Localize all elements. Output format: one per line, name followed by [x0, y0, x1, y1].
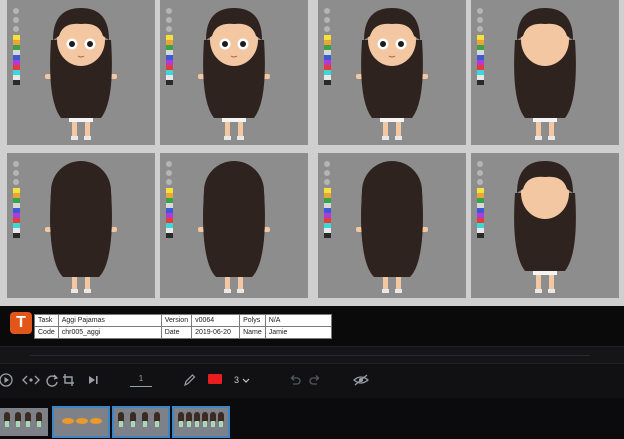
character-front	[198, 8, 270, 140]
code-value: chr005_aggi	[57, 326, 162, 339]
turnaround-panel-back-right[interactable]	[318, 153, 466, 298]
mini-character-body	[26, 421, 30, 427]
pen-color-swatch[interactable]	[208, 374, 222, 384]
play-icon[interactable]	[0, 372, 14, 388]
date-value: 2019-06-20	[191, 326, 241, 339]
version-value: v0064	[191, 314, 241, 327]
name-label: Name	[239, 326, 266, 339]
code-label: Code	[34, 326, 59, 339]
turnaround-viewer	[0, 0, 624, 306]
mini-character-body	[15, 421, 20, 427]
fish-figure	[90, 418, 102, 424]
turnaround-panel-front-right[interactable]	[318, 0, 466, 145]
turnaround-panel-back-left[interactable]	[7, 153, 155, 298]
character-back-right	[356, 161, 428, 293]
fish-figure	[62, 418, 74, 424]
task-value: Aggi Pajamas	[57, 314, 162, 327]
mini-character-body	[155, 421, 159, 427]
frame-number-input[interactable]: 1	[130, 373, 152, 387]
pencil-icon[interactable]	[182, 372, 196, 388]
mini-character-body	[36, 421, 41, 427]
turnaround-panel-back[interactable]	[160, 153, 308, 298]
redo-icon[interactable]	[308, 372, 322, 388]
mini-character-body	[119, 421, 123, 427]
mini-character-body	[203, 421, 207, 427]
mini-character-body	[131, 421, 135, 427]
character-left	[514, 161, 576, 293]
turnaround-panel-front[interactable]	[160, 0, 308, 145]
character-front-left	[45, 8, 117, 140]
logo-letter: T	[16, 314, 26, 331]
thumbnail-1[interactable]	[0, 408, 48, 436]
slate-info-table: Task Aggi Pajamas Version v0064 Polys N/…	[34, 314, 332, 339]
mini-character-body	[195, 421, 199, 427]
timeline-scrubber[interactable]	[0, 346, 624, 364]
character-back-left	[45, 161, 117, 293]
thumbnail-3[interactable]	[112, 406, 170, 438]
step-icon[interactable]	[22, 372, 40, 388]
character-front-right	[356, 8, 428, 140]
thumbnail-4[interactable]	[172, 406, 230, 438]
mini-character-body	[211, 421, 215, 427]
task-label: Task	[34, 314, 59, 327]
brush-size-value: 3	[234, 375, 240, 385]
brush-size-select[interactable]: 3	[234, 373, 250, 388]
mini-character-body	[187, 421, 191, 427]
eye-slash-icon[interactable]	[352, 372, 370, 388]
chevron-down-icon	[242, 374, 250, 388]
version-label: Version	[160, 314, 193, 327]
timeline-track[interactable]	[30, 355, 590, 356]
loop-icon[interactable]	[45, 372, 59, 388]
character-back	[198, 161, 270, 293]
turnaround-panel-left[interactable]	[471, 153, 619, 298]
crop-icon[interactable]	[62, 372, 76, 388]
next-frame-icon[interactable]	[86, 372, 100, 388]
mini-character-body	[5, 421, 9, 427]
mini-character-body	[219, 421, 223, 427]
fish-figure	[76, 418, 88, 424]
date-label: Date	[160, 326, 193, 339]
name-value: Jamie	[264, 326, 332, 339]
turnaround-panel-front-left[interactable]	[7, 0, 155, 145]
mini-character-body	[179, 421, 183, 427]
app-logo: T	[10, 312, 32, 334]
mini-character-body	[143, 421, 147, 427]
character-right	[514, 8, 576, 140]
thumbnail-2[interactable]	[52, 406, 110, 438]
polys-label: Polys	[239, 314, 266, 327]
polys-value: N/A	[264, 314, 332, 327]
turnaround-panel-right[interactable]	[471, 0, 619, 145]
undo-icon[interactable]	[288, 372, 302, 388]
